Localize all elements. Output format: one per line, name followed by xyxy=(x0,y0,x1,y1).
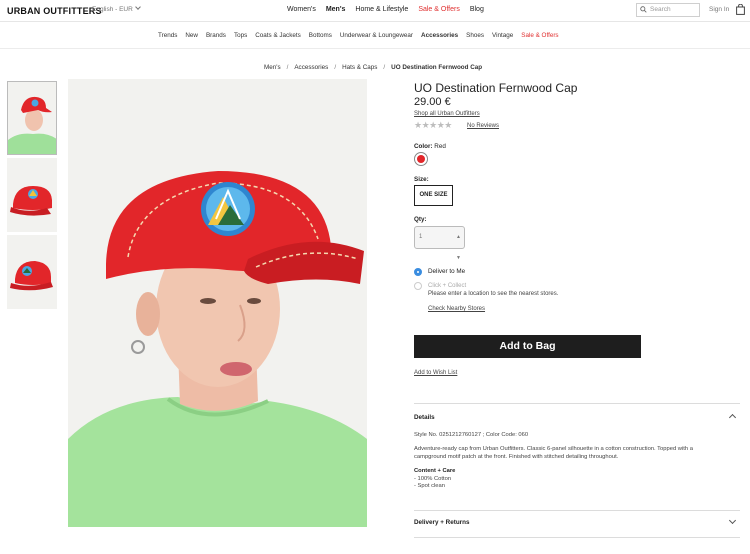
cat-vintage[interactable]: Vintage xyxy=(492,32,513,39)
language-selector[interactable]: English - EUR xyxy=(92,4,141,13)
collect-label[interactable]: Click + Collect xyxy=(428,283,466,289)
category-nav: Trends New Brands Tops Coats & Jackets B… xyxy=(158,32,559,39)
divider xyxy=(0,48,750,49)
shop-all-link[interactable]: Shop all Urban Outfitters xyxy=(414,111,480,117)
size-option-one-size[interactable]: ONE SIZE xyxy=(414,185,453,206)
product-title: UO Destination Fernwood Cap xyxy=(414,81,578,95)
care-item: - 100% Cotton xyxy=(414,476,452,482)
content-care-title: Content + Care xyxy=(414,468,456,474)
select-arrows-icon: ▲ ▼ xyxy=(456,234,461,261)
chevron-down-icon[interactable] xyxy=(728,516,737,525)
logo[interactable]: URBAN OUTFITTERS xyxy=(7,6,102,16)
cat-new[interactable]: New xyxy=(185,32,198,39)
product-photo xyxy=(68,79,367,527)
rating-stars: ★★★★★ xyxy=(414,120,452,130)
breadcrumb-hats-caps[interactable]: Hats & Caps xyxy=(342,64,377,71)
breadcrumb-separator: / xyxy=(383,64,386,71)
product-thumbnail-image xyxy=(8,82,56,154)
breadcrumb-separator: / xyxy=(286,64,289,71)
collect-radio[interactable] xyxy=(414,282,422,290)
thumbnail-2[interactable] xyxy=(7,158,57,232)
nav-mens[interactable]: Men's xyxy=(326,6,346,13)
cat-accessories[interactable]: Accessories xyxy=(421,32,458,39)
size-label: Size: xyxy=(414,176,429,183)
qty-label: Qty: xyxy=(414,216,427,223)
cat-sale-offers[interactable]: Sale & Offers xyxy=(521,32,558,39)
nav-blog[interactable]: Blog xyxy=(470,6,484,13)
thumbnail-1[interactable] xyxy=(7,81,57,155)
deliver-radio[interactable] xyxy=(414,268,422,276)
thumbnail-3[interactable] xyxy=(7,235,57,309)
nav-home-lifestyle[interactable]: Home & Lifestyle xyxy=(355,6,408,13)
style-number: Style No. 0251212760127 ; Color Code: 06… xyxy=(414,432,529,438)
color-label: Color: Red xyxy=(414,143,446,150)
breadcrumb-current: UO Destination Fernwood Cap xyxy=(391,64,483,71)
quantity-select[interactable]: 1 ▲ ▼ xyxy=(414,226,465,261)
breadcrumb-separator: / xyxy=(334,64,337,71)
chevron-up-icon[interactable] xyxy=(728,413,737,422)
product-price: 29.00 € xyxy=(414,96,451,108)
delivery-returns-accordion-header[interactable]: Delivery + Returns xyxy=(414,519,469,526)
product-description: Adventure-ready cap from Urban Outfitter… xyxy=(414,446,693,460)
search-input[interactable]: Search xyxy=(636,3,700,17)
cat-bottoms[interactable]: Bottoms xyxy=(309,32,332,39)
bag-icon[interactable] xyxy=(736,4,745,15)
check-nearby-stores-link[interactable]: Check Nearby Stores xyxy=(428,306,485,312)
size-label-text: Size: xyxy=(414,176,429,183)
breadcrumb-accessories[interactable]: Accessories xyxy=(294,64,328,71)
breadcrumb: Men's / Accessories / Hats & Caps / UO D… xyxy=(264,64,482,71)
cat-tops[interactable]: Tops xyxy=(234,32,247,39)
divider xyxy=(414,510,740,511)
qty-label-text: Qty: xyxy=(414,216,427,223)
cat-coats-jackets[interactable]: Coats & Jackets xyxy=(255,32,301,39)
divider xyxy=(414,403,740,404)
nav-sale-offers[interactable]: Sale & Offers xyxy=(418,6,460,13)
color-label-text: Color: xyxy=(414,143,433,150)
search-icon xyxy=(640,6,647,13)
search-placeholder: Search xyxy=(650,6,671,13)
nav-womens[interactable]: Women's xyxy=(287,6,316,13)
qty-value: 1 xyxy=(419,234,423,240)
add-to-wishlist-link[interactable]: Add to Wish List xyxy=(414,370,457,376)
language-label: English - EUR xyxy=(92,6,133,13)
top-header: URBAN OUTFITTERS English - EUR Women's M… xyxy=(0,0,750,22)
color-value: Red xyxy=(434,143,446,150)
signin-link[interactable]: Sign In xyxy=(709,6,729,13)
details-accordion-header[interactable]: Details xyxy=(414,414,435,421)
cat-underwear[interactable]: Underwear & Loungewear xyxy=(340,32,413,39)
divider xyxy=(414,537,740,538)
color-swatch-red[interactable] xyxy=(414,152,428,166)
chevron-down-icon xyxy=(134,4,141,10)
cat-shoes[interactable]: Shoes xyxy=(466,32,484,39)
deliver-label[interactable]: Deliver to Me xyxy=(428,268,465,275)
breadcrumb-mens[interactable]: Men's xyxy=(264,64,281,71)
product-main-image[interactable] xyxy=(68,79,367,527)
product-thumbnail-image xyxy=(7,235,57,309)
cat-trends[interactable]: Trends xyxy=(158,32,177,39)
product-thumbnail-image xyxy=(7,158,57,232)
add-to-bag-button[interactable]: Add to Bag xyxy=(414,335,641,358)
cat-brands[interactable]: Brands xyxy=(206,32,226,39)
main-nav: Women's Men's Home & Lifestyle Sale & Of… xyxy=(287,6,484,13)
care-item: - Spot clean xyxy=(414,483,445,489)
reviews-link[interactable]: No Reviews xyxy=(467,123,499,129)
collect-note: Please enter a location to see the neare… xyxy=(428,291,559,297)
